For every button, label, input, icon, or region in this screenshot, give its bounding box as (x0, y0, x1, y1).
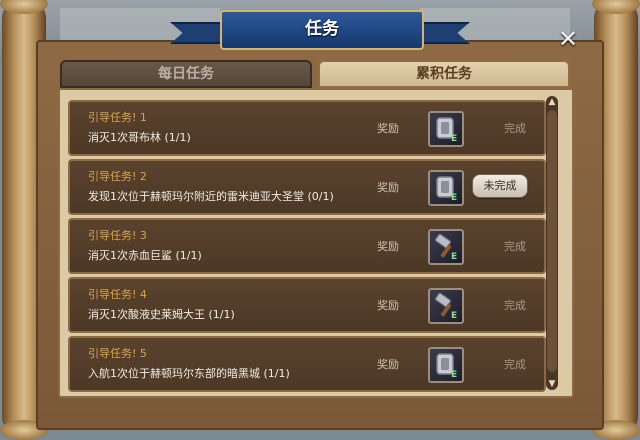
scroll-up-arrow-icon[interactable]: ▲ (546, 96, 558, 108)
quest-name: 引导任务! 3 (88, 229, 147, 242)
svg-text:E: E (451, 134, 457, 143)
reward-label: 奖励 (377, 299, 399, 312)
tab-cumulative-quests[interactable]: 累积任务 (318, 60, 570, 88)
hammer-icon[interactable]: E (428, 229, 464, 265)
armor-plate-icon[interactable]: E (428, 170, 464, 206)
window-title: 任务 (220, 10, 424, 50)
quest-name: 引导任务! 5 (88, 347, 147, 360)
quest-status-complete: 完成 (504, 240, 526, 253)
hammer-icon[interactable]: E (428, 288, 464, 324)
quest-name: 引导任务! 4 (88, 288, 147, 301)
quest-description: 入航1次位于赫顿玛尔东部的暗黑城 (1/1) (88, 367, 290, 380)
scroll-cap (592, 0, 640, 14)
tab-daily-quests[interactable]: 每日任务 (60, 60, 312, 88)
svg-text:E: E (451, 370, 457, 379)
svg-text:E: E (451, 193, 457, 202)
quest-name: 引导任务! 1 (88, 111, 147, 124)
quest-list: 引导任务! 1 消灭1次哥布林 (1/1) 奖励 E 完成 引导任务! 2 发现… (58, 88, 574, 398)
reward-label: 奖励 (377, 122, 399, 135)
quest-status-complete: 完成 (504, 122, 526, 135)
quest-row: 引导任务! 3 消灭1次赤血巨鲨 (1/1) 奖励 E 完成 (68, 218, 546, 274)
reward-label: 奖励 (377, 358, 399, 371)
reward-label: 奖励 (377, 240, 399, 253)
quest-row: 引导任务! 2 发现1次位于赫顿玛尔附近的雷米迪亚大圣堂 (0/1) 奖励 E … (68, 159, 546, 215)
armor-plate-icon[interactable]: E (428, 111, 464, 147)
quest-description: 消灭1次酸液史莱姆大王 (1/1) (88, 308, 235, 321)
svg-text:E: E (451, 311, 457, 320)
svg-text:E: E (451, 252, 457, 261)
scroll-thumb[interactable] (547, 110, 557, 372)
quest-row: 引导任务! 5 入航1次位于赫顿玛尔东部的暗黑城 (1/1) 奖励 E 完成 (68, 336, 546, 392)
quest-status-complete: 完成 (504, 299, 526, 312)
quest-row: 引导任务! 4 消灭1次酸液史莱姆大王 (1/1) 奖励 E 完成 (68, 277, 546, 333)
scroll-cap (0, 0, 48, 14)
close-button[interactable]: ✕ (555, 26, 581, 52)
quest-name: 引导任务! 2 (88, 170, 147, 183)
armor-plate-icon[interactable]: E (428, 347, 464, 383)
scroll-down-arrow-icon[interactable]: ▼ (546, 378, 558, 390)
quest-status-complete: 完成 (504, 358, 526, 371)
reward-label: 奖励 (377, 181, 399, 194)
quest-description: 消灭1次赤血巨鲨 (1/1) (88, 249, 202, 262)
title-ribbon: 任务 (170, 8, 470, 52)
quest-list-scrollbar[interactable]: ▲ ▼ (546, 96, 558, 390)
quest-row: 引导任务! 1 消灭1次哥布林 (1/1) 奖励 E 完成 (68, 100, 546, 156)
quest-description: 发现1次位于赫顿玛尔附近的雷米迪亚大圣堂 (0/1) (88, 190, 334, 203)
quest-incomplete-button[interactable]: 未完成 (472, 174, 528, 198)
quest-description: 消灭1次哥布林 (1/1) (88, 131, 191, 144)
